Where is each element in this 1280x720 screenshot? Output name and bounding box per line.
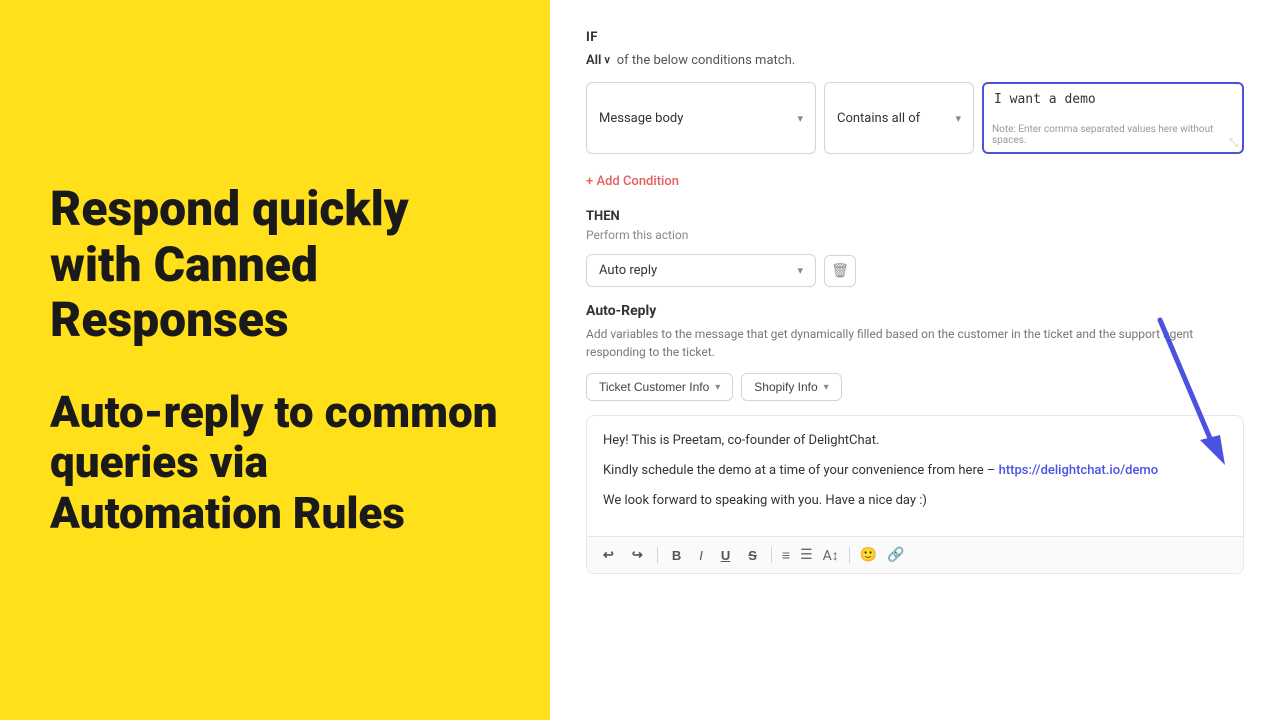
value-input-wrapper: I want a demo Note: Enter comma separate… (982, 82, 1244, 154)
message-body-area[interactable]: Hey! This is Preetam, co-founder of Deli… (587, 416, 1243, 536)
auto-reply-dropdown[interactable]: Auto reply ▾ (586, 254, 816, 287)
italic-button[interactable]: I (695, 546, 707, 565)
variables-row: Ticket Customer Info ▾ Shopify Info ▾ (586, 373, 1244, 401)
left-panel: Respond quickly with Canned Responses Au… (0, 0, 550, 720)
conditions-suffix: of the below conditions match. (617, 53, 795, 68)
auto-reply-section: Auto-Reply Add variables to the message … (586, 303, 1244, 401)
heading-auto-reply: Auto-reply to common queries via Automat… (50, 387, 500, 539)
value-input[interactable]: I want a demo (994, 92, 1232, 124)
perform-action-label: Perform this action (586, 228, 1244, 242)
textarea-note: Note: Enter comma separated values here … (992, 124, 1234, 146)
auto-reply-label: Auto reply (599, 263, 657, 278)
condition-builder: Message body ▾ Contains all of ▾ I want … (586, 82, 1244, 154)
shopify-info-button[interactable]: Shopify Info ▾ (741, 373, 841, 401)
shopify-info-label: Shopify Info (754, 380, 817, 394)
contains-chevron-icon: ▾ (955, 112, 961, 125)
list-icon[interactable]: ☰ (800, 547, 813, 563)
then-label: THEN (586, 209, 1244, 224)
bold-button[interactable]: B (668, 546, 685, 565)
demo-link[interactable]: https://delightchat.io/demo (999, 463, 1159, 478)
emoji-icon[interactable]: 🙂 (860, 547, 877, 563)
align-icon[interactable]: ≡ (782, 547, 790, 564)
font-size-icon[interactable]: A↕ (823, 547, 839, 564)
message-editor: Hey! This is Preetam, co-founder of Deli… (586, 415, 1244, 574)
message-line2: Kindly schedule the demo at a time of yo… (603, 460, 1227, 482)
toolbar-divider-2 (771, 547, 772, 563)
message-line2-prefix: Kindly schedule the demo at a time of yo… (603, 463, 999, 478)
message-body-dropdown[interactable]: Message body ▾ (586, 82, 816, 154)
shopify-info-chevron-icon: ▾ (824, 382, 829, 393)
delete-action-button[interactable]: 🗑 (824, 255, 856, 287)
ticket-info-chevron-icon: ▾ (715, 382, 720, 393)
strikethrough-button[interactable]: S (744, 546, 761, 565)
toolbar-divider-3 (849, 547, 850, 563)
conditions-row: All ∨ of the below conditions match. (586, 53, 1244, 68)
right-panel: IF All ∨ of the below conditions match. … (550, 0, 1280, 720)
message-body-label: Message body (599, 111, 683, 126)
if-label: IF (586, 30, 1244, 45)
editor-toolbar: ↩ ↪ B I U S ≡ ☰ A↕ 🙂 🔗 (587, 536, 1243, 573)
toolbar-divider-1 (657, 547, 658, 563)
trash-icon: 🗑 (831, 263, 849, 279)
redo-button[interactable]: ↪ (628, 545, 647, 565)
ticket-customer-info-label: Ticket Customer Info (599, 380, 709, 394)
heading-canned-responses: Respond quickly with Canned Responses (50, 181, 500, 347)
all-dropdown[interactable]: All ∨ (586, 53, 611, 68)
contains-label: Contains all of (837, 111, 920, 126)
action-row: Auto reply ▾ 🗑 (586, 254, 1244, 287)
underline-button[interactable]: U (717, 546, 734, 565)
auto-reply-title: Auto-Reply (586, 303, 1244, 319)
undo-button[interactable]: ↩ (599, 545, 618, 565)
auto-reply-chevron-icon: ▾ (797, 264, 803, 277)
message-body-chevron-icon: ▾ (797, 112, 803, 125)
ticket-customer-info-button[interactable]: Ticket Customer Info ▾ (586, 373, 733, 401)
auto-reply-desc: Add variables to the message that get dy… (586, 325, 1244, 361)
message-line1: Hey! This is Preetam, co-founder of Deli… (603, 430, 1227, 452)
resize-handle-icon: ⤡ (1229, 137, 1238, 148)
contains-all-of-dropdown[interactable]: Contains all of ▾ (824, 82, 974, 154)
all-chevron-icon: ∨ (603, 55, 610, 66)
message-line3: We look forward to speaking with you. Ha… (603, 490, 1227, 512)
link-icon[interactable]: 🔗 (887, 547, 904, 563)
left-content: Respond quickly with Canned Responses Au… (50, 181, 500, 538)
add-condition-link[interactable]: + Add Condition (586, 174, 679, 189)
